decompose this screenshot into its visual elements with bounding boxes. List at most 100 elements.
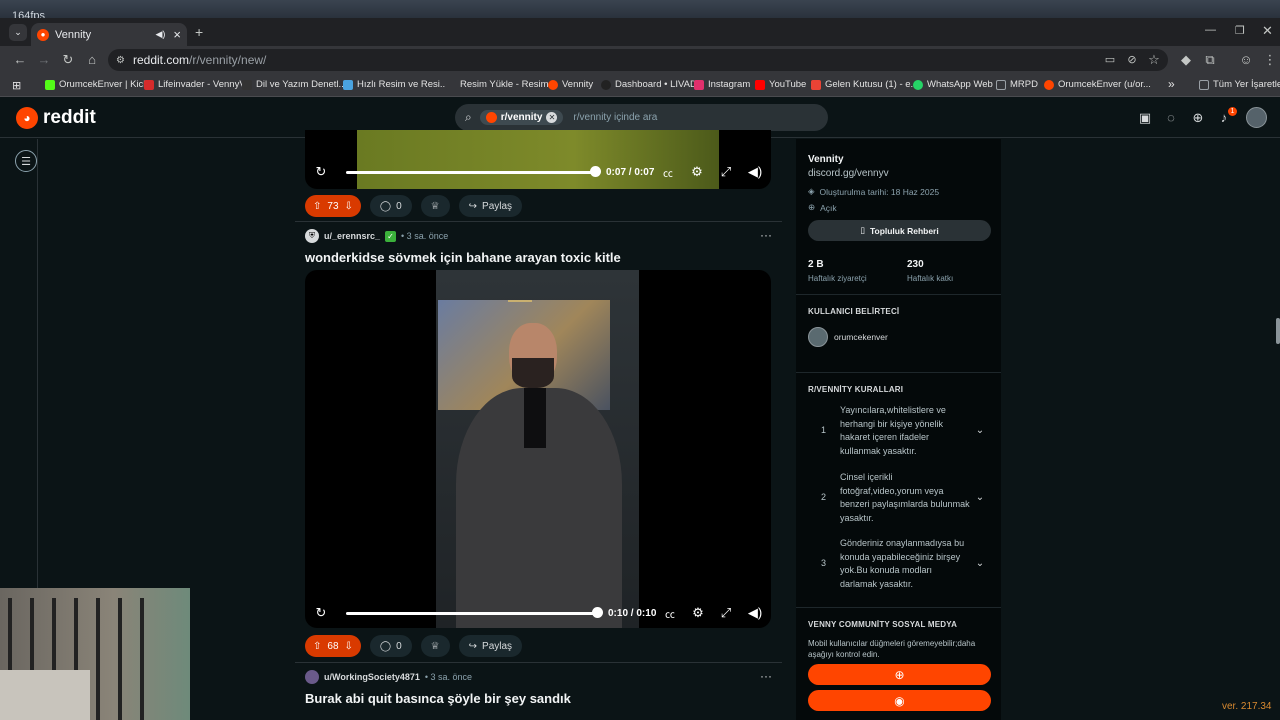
browser-tab-vennity[interactable]: ● Vennity ◀) × [31, 23, 187, 46]
downvote-icon[interactable]: ⇩ [345, 641, 353, 652]
chevron-down-icon[interactable]: ⌄ [970, 537, 990, 591]
fullscreen-icon[interactable]: ⤢ [718, 164, 734, 180]
award-button[interactable]: ♕ [420, 635, 450, 657]
seek-knob[interactable] [590, 166, 601, 177]
reddit-logo[interactable]: ◕ reddit [16, 107, 96, 129]
extensions-puzzle-icon[interactable]: ⧉ [1202, 52, 1218, 68]
settings-gear-icon[interactable]: ⚙ [690, 605, 706, 621]
comments-button[interactable]: ◯ 0 [369, 195, 412, 217]
bookmark-item[interactable]: Dashboard • LIVAD [601, 79, 697, 90]
youtube-icon [755, 79, 765, 90]
forward-arrow-icon[interactable]: → [36, 52, 52, 68]
comments-button[interactable]: ◯ 0 [369, 635, 412, 657]
tab-close-icon[interactable]: × [173, 27, 181, 42]
downvote-icon[interactable]: ⇩ [345, 201, 353, 212]
community-link[interactable]: discord.gg/vennyv [808, 168, 990, 179]
author-avatar[interactable]: ⛨ [305, 229, 319, 243]
website-button[interactable]: ⊕ [808, 664, 991, 685]
share-button[interactable]: ↪ Paylaş [458, 195, 523, 217]
tab-search-icon[interactable]: ⌄ [9, 24, 27, 41]
settings-gear-icon[interactable]: ⚙ [689, 164, 705, 180]
chevron-down-icon[interactable]: ⌄ [970, 471, 990, 525]
replay-icon[interactable]: ↻ [313, 164, 329, 180]
bookmark-item[interactable]: Vennity [548, 79, 593, 90]
video-player[interactable]: ↻ 0:10 / 0:10 ㏄ ⚙ ⤢ ◀) [305, 270, 771, 628]
advertise-icon[interactable]: ▣ [1137, 110, 1153, 126]
post-title[interactable]: wonderkidse sövmek için bahane arayan to… [305, 250, 621, 265]
share-button[interactable]: ↪ Paylaş [458, 635, 523, 657]
site-info-icon[interactable]: ⚙ [116, 55, 125, 66]
browser-menu-icon[interactable]: ⋮ [1262, 52, 1278, 68]
bookmark-item[interactable]: MRPD [996, 79, 1038, 90]
captions-icon[interactable]: ㏄ [660, 165, 676, 180]
seek-knob[interactable] [592, 607, 603, 618]
fullscreen-icon[interactable]: ⤢ [718, 605, 734, 621]
speaker-icon[interactable]: ◀) [155, 29, 165, 40]
video-frame [436, 270, 639, 628]
window-minimize-icon[interactable]: — [1205, 24, 1216, 36]
seek-bar[interactable] [346, 611, 600, 615]
create-post-icon[interactable]: ⊕ [1190, 110, 1206, 126]
window-close-icon[interactable]: ✕ [1262, 23, 1273, 39]
bookmark-item[interactable]: Hızlı Resim ve Resi... [343, 79, 448, 90]
whatsapp-icon [913, 79, 923, 90]
post-overflow-icon[interactable]: ··· [760, 228, 772, 242]
upvote-icon[interactable]: ⇧ [313, 641, 321, 652]
rules-title: R/VENNİTY KURALLARI [808, 385, 904, 394]
bookmark-item[interactable]: Instagram [694, 79, 750, 90]
seek-bar[interactable] [346, 170, 598, 174]
page-scrollbar[interactable] [1274, 139, 1280, 709]
new-tab-button[interactable]: + [195, 24, 203, 40]
discord-button[interactable]: ◉ [808, 690, 991, 711]
bookmark-item[interactable]: Gelen Kutusu (1) - e... [811, 79, 918, 90]
award-button[interactable]: ♕ [420, 195, 450, 217]
chevron-down-icon[interactable]: ⌄ [970, 404, 990, 458]
install-app-icon[interactable]: ▭ [1102, 52, 1118, 68]
community-guide-button[interactable]: ▯ Topluluk Rehberi [808, 220, 991, 241]
all-bookmarks[interactable]: Tüm Yer İşaretleri [1199, 79, 1280, 90]
rule-item[interactable]: 3 Gönderiniz onaylanmadıysa bu konuda ya… [808, 537, 990, 591]
video-time: 0:10 / 0:10 [608, 607, 657, 619]
bookmark-item[interactable]: OrumcekEnver (u/or... [1044, 79, 1151, 90]
reload-icon[interactable]: ↻ [60, 52, 76, 68]
rule-number: 2 [821, 492, 827, 503]
back-arrow-icon[interactable]: ← [12, 52, 28, 68]
rule-item[interactable]: 2 Cinsel içerikli fotoğraf,video,yorum v… [808, 471, 990, 525]
bookmark-star-icon[interactable]: ☆ [1146, 52, 1162, 68]
window-restore-icon[interactable]: ❐ [1235, 24, 1245, 37]
home-icon[interactable]: ⌂ [84, 52, 100, 68]
author-avatar[interactable] [305, 670, 319, 684]
video-player[interactable]: ↻ 0:07 / 0:07 ㏄ ⚙ ⤢ ◀) [305, 130, 771, 189]
bookmark-item[interactable]: OrumcekEnver | Kick [45, 79, 148, 90]
post-title[interactable]: Burak abi quit basınca şöyle bir şey san… [305, 691, 571, 706]
search-input[interactable]: ⌕ r/vennity ✕ r/vennity içinde ara [455, 104, 828, 131]
bookmark-item[interactable]: Resim Yükle - Resim... [446, 79, 556, 90]
upvote-icon[interactable]: ⇧ [313, 201, 321, 212]
user-flair[interactable]: orumcekenver [808, 327, 888, 347]
volume-icon[interactable]: ◀) [747, 605, 763, 621]
chat-icon[interactable]: ◌ [1163, 110, 1179, 126]
bookmark-item[interactable]: WhatsApp Web [913, 79, 993, 90]
profile-avatar-icon[interactable]: ☺ [1238, 52, 1254, 68]
more-bookmarks-icon[interactable]: » [1168, 77, 1175, 91]
bookmark-item[interactable]: Lifeinvader - VennyV [144, 79, 246, 90]
replay-icon[interactable]: ↻ [313, 605, 329, 621]
post-author[interactable]: u/WorkingSociety4871 [324, 672, 420, 682]
social-description: Mobil kullanıcılar düğmeleri göremeyebil… [808, 639, 976, 659]
scrollbar-thumb[interactable] [1276, 318, 1280, 344]
volume-icon[interactable]: ◀) [747, 164, 763, 180]
captions-icon[interactable]: ㏄ [662, 606, 678, 621]
bookmark-item[interactable]: YouTube [755, 79, 806, 90]
post-overflow-icon[interactable]: ··· [760, 669, 772, 683]
rule-item[interactable]: 1 Yayıncılara,whitelistlere ve herhangi … [808, 404, 990, 458]
chip-clear-icon[interactable]: ✕ [546, 112, 558, 123]
user-avatar[interactable] [1246, 107, 1267, 128]
apps-grid-icon[interactable]: ⊞ [12, 79, 21, 92]
post-author[interactable]: u/_erennsrc_ [324, 231, 380, 241]
address-bar[interactable]: ⚙ reddit.com /r/vennity/new/ [108, 49, 1168, 71]
hide-eye-icon[interactable]: ⊘ [1124, 52, 1140, 68]
hamburger-menu-icon[interactable]: ☰ [15, 150, 37, 172]
subreddit-search-chip[interactable]: r/vennity ✕ [479, 110, 564, 125]
extension-diamond-icon[interactable]: ◆ [1178, 52, 1194, 68]
bookmark-item[interactable]: Dil ve Yazım Denetl... [242, 79, 346, 90]
